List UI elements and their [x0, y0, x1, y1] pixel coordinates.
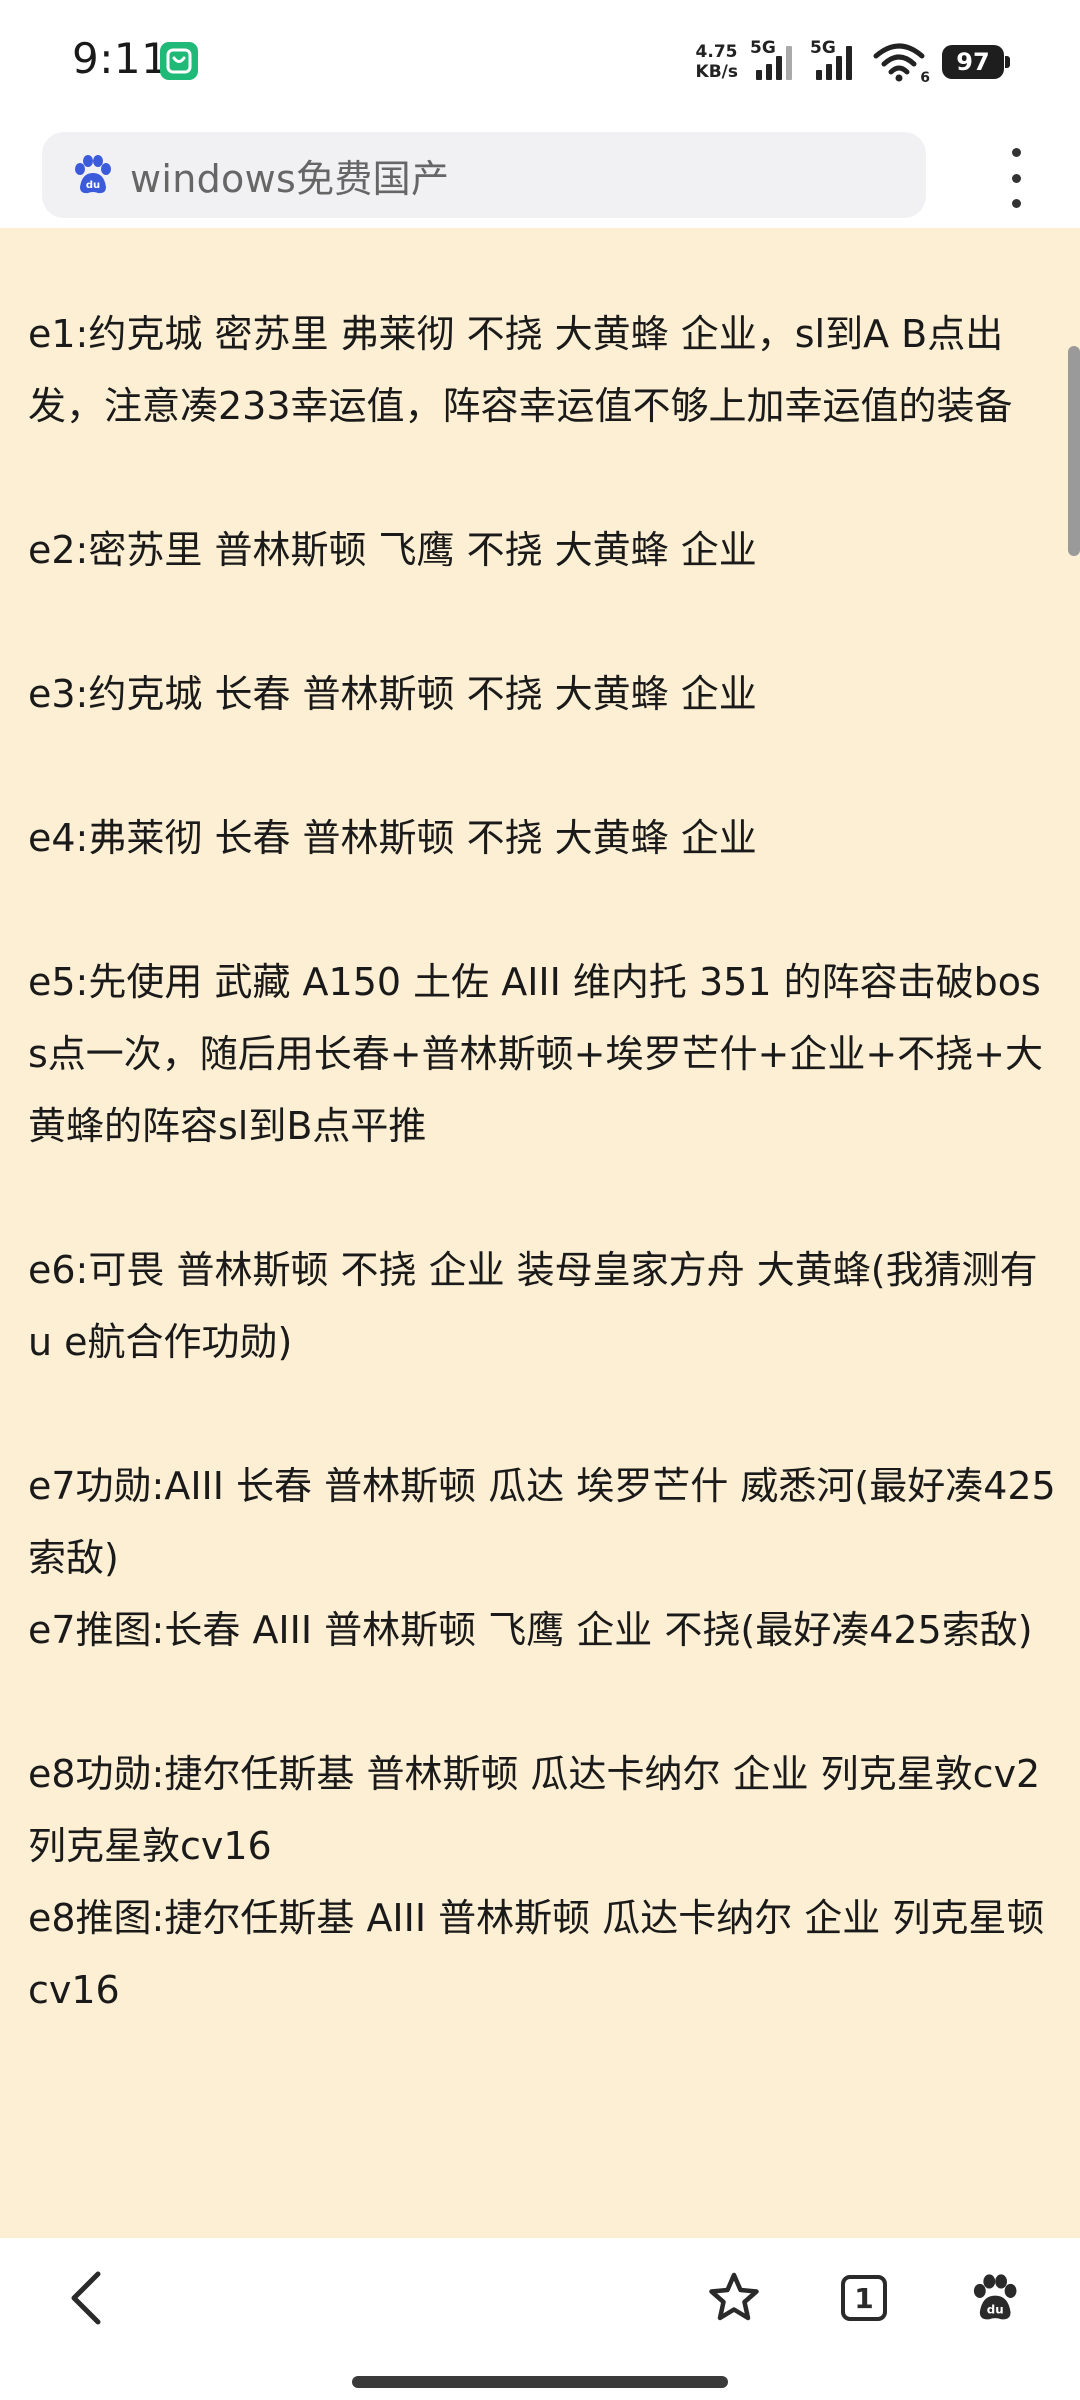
browser-toolbar: du windows免费国产: [0, 124, 1080, 228]
net-speed-unit: KB/s: [695, 62, 738, 82]
paragraph-e4: e4:弗莱彻 长春 普林斯顿 不挠 大黄蜂 企业: [28, 816, 757, 860]
battery-indicator: 97: [942, 45, 1010, 79]
paragraph-e5: e5:先使用 武藏 A150 土佐 AIII 维内托 351 的阵容击破boss…: [28, 960, 1043, 1148]
paragraph-e8-gongxun: e8功勋:捷尔任斯基 普林斯顿 瓜达卡纳尔 企业 列克星敦cv2 列克星敦cv1…: [28, 1752, 1041, 1868]
svg-text:du: du: [987, 2302, 1004, 2316]
net-speed: 4.75 KB/s: [696, 42, 738, 82]
svg-text:du: du: [86, 180, 100, 191]
paragraph-e3: e3:约克城 长春 普林斯顿 不挠 大黄蜂 企业: [28, 672, 757, 716]
paragraph-e8-tuitu: e8推图:捷尔任斯基 AIII 普林斯顿 瓜达卡纳尔 企业 列克星顿cv16: [28, 1896, 1045, 2012]
paragraph-e2: e2:密苏里 普林斯顿 飞鹰 不挠 大黄蜂 企业: [28, 528, 757, 572]
tabs-icon: 1: [841, 2275, 887, 2321]
tabs-button[interactable]: 1: [824, 2258, 904, 2338]
search-input[interactable]: du windows免费国产: [42, 132, 926, 218]
back-button[interactable]: [46, 2258, 126, 2338]
star-icon: [709, 2272, 759, 2321]
dot: [1011, 199, 1021, 208]
paragraph-e6: e6:可畏 普林斯顿 不挠 企业 装母皇家方舟 大黄蜂(我猜测有u e航合作功勋…: [28, 1248, 1038, 1364]
bookmark-button[interactable]: [694, 2258, 774, 2338]
network-type-2: 5G: [810, 38, 836, 58]
network-type-1: 5G: [750, 38, 776, 58]
dot: [1011, 173, 1021, 183]
wifi-icon: [873, 43, 925, 82]
baidu-paw-icon: du: [973, 2274, 1017, 2320]
back-arrow-icon: [71, 2271, 101, 2325]
article-body: e1:约克城 密苏里 弗莱彻 不挠 大黄蜂 企业，sl到A B点出发，注意凑23…: [0, 228, 1080, 2026]
wifi-label: 6: [920, 70, 930, 86]
page-content[interactable]: e1:约克城 密苏里 弗莱彻 不挠 大黄蜂 企业，sl到A B点出发，注意凑23…: [0, 228, 1080, 2238]
wifi: 6: [872, 42, 930, 86]
home-indicator[interactable]: [352, 2376, 728, 2388]
bottom-nav-bar: 1 du: [0, 2238, 1080, 2400]
mi-app-icon: [160, 42, 198, 80]
status-bar: 9:11 4.75 KB/s 5G 5G 6 97: [0, 0, 1080, 124]
dot: [1011, 148, 1021, 157]
more-menu-button[interactable]: [1004, 148, 1028, 208]
status-icons: 4.75 KB/s 5G 5G 6 97: [696, 38, 1010, 86]
net-speed-value: 4.75: [695, 42, 738, 62]
paragraph-e7-tuitu: e7推图:长春 AIII 普林斯顿 飞鹰 企业 不挠(最好凑425索敌): [28, 1608, 1033, 1652]
signal-1: 5G: [750, 38, 802, 82]
signal-2: 5G: [810, 38, 862, 82]
paragraph-e7-gongxun: e7功勋:AIII 长春 普林斯顿 瓜达 埃罗芒什 威悉河(最好凑425索敌): [28, 1464, 1056, 1580]
status-time: 9:11: [72, 34, 169, 83]
scrollbar[interactable]: [1068, 346, 1080, 556]
baidu-paw-icon: du: [75, 155, 111, 194]
baidu-home-button[interactable]: du: [954, 2258, 1034, 2338]
search-query: windows免费国产: [130, 156, 450, 201]
paragraph-e1: e1:约克城 密苏里 弗莱彻 不挠 大黄蜂 企业，sl到A B点出发，注意凑23…: [28, 312, 1013, 428]
